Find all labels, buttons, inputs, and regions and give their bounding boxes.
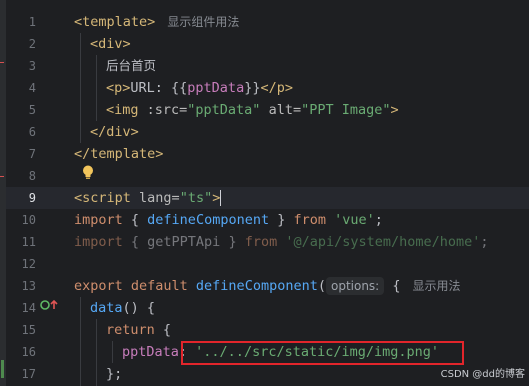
img-open-tag: <img xyxy=(106,102,147,118)
div-close-tag: </div> xyxy=(90,124,139,140)
keyword: import xyxy=(74,234,123,250)
line-number[interactable]: 4 xyxy=(6,77,36,99)
attr-value: "pptData" xyxy=(187,102,261,118)
code-line-3[interactable]: 后台首页 xyxy=(106,55,156,77)
punctuation: ( xyxy=(317,278,326,294)
punctuation: { xyxy=(384,278,401,294)
interpolated-prop: pptData xyxy=(187,80,245,96)
code-line-10[interactable]: import { defineComponent } from 'vue'; xyxy=(74,209,383,231)
indent-guide xyxy=(96,319,97,386)
punctuation: { xyxy=(154,322,172,338)
annotation-highlight-box xyxy=(181,341,464,365)
identifier: defineComponent xyxy=(147,212,270,228)
keyword: from xyxy=(244,234,278,250)
line-number-active[interactable]: 9 xyxy=(6,187,36,209)
line-number[interactable]: 10 xyxy=(6,209,36,231)
line-number[interactable]: 15 xyxy=(6,319,36,341)
tag-bracket: < xyxy=(74,190,83,206)
line-number[interactable]: 1 xyxy=(6,11,36,33)
string: '@/api/system/home/home' xyxy=(277,234,481,250)
code-line-4[interactable]: <p>URL: {{pptData}}</p> xyxy=(106,77,293,99)
attr-value: "PPT Image" xyxy=(301,102,391,118)
punctuation: ; xyxy=(374,212,383,228)
code-line-17[interactable]: }; xyxy=(106,363,122,385)
tag-bracket: > xyxy=(390,102,399,118)
line-number[interactable]: 17 xyxy=(6,363,36,385)
code-line-14[interactable]: data() { xyxy=(90,297,155,319)
template-close-tag: </template> xyxy=(74,146,164,162)
keyword: export default xyxy=(74,278,196,294)
line-number[interactable]: 13 xyxy=(6,275,36,297)
line-number[interactable]: 16 xyxy=(6,341,36,363)
code-line-13[interactable]: export default defineComponent(options: … xyxy=(74,275,461,297)
text-content: 后台首页 xyxy=(106,58,157,73)
string: 'vue' xyxy=(326,212,375,228)
inlay-hint[interactable]: 显示用法 xyxy=(413,279,461,293)
line-number[interactable]: 14 xyxy=(6,297,36,319)
code-editor[interactable]: 1 2 3 4 5 6 7 8 9 10 11 12 13 14 15 16 1… xyxy=(0,0,529,386)
watermark: CSDN @dd的博客 xyxy=(440,369,525,380)
indent-guide xyxy=(96,55,97,121)
punctuation: ; xyxy=(480,234,489,250)
text-content: URL: {{ xyxy=(130,80,188,96)
property-name: pptData xyxy=(122,344,179,360)
method-name: data xyxy=(90,300,123,316)
tag-bracket: < xyxy=(74,14,83,30)
attr-alt: alt= xyxy=(260,102,302,118)
line-number[interactable]: 12 xyxy=(6,253,36,275)
text-caret xyxy=(220,190,222,206)
parameter-hint: options: xyxy=(325,277,385,295)
indent-guide xyxy=(112,341,113,363)
line-number[interactable]: 5 xyxy=(6,99,36,121)
line-number[interactable]: 2 xyxy=(6,33,36,55)
attr-lang: lang= xyxy=(130,190,180,206)
punctuation: () { xyxy=(122,300,156,316)
div-open-tag: <div> xyxy=(90,36,131,52)
keyword: from xyxy=(293,212,326,228)
identifier: defineComponent xyxy=(195,278,318,294)
keyword: return xyxy=(106,322,155,338)
line-number[interactable]: 6 xyxy=(6,121,36,143)
punctuation: } xyxy=(269,212,294,228)
code-line-6[interactable]: </div> xyxy=(90,121,139,143)
text-content: }} xyxy=(244,80,261,96)
tag-bracket: > xyxy=(212,190,221,206)
inlay-hint[interactable]: 显示组件用法 xyxy=(167,15,239,29)
attr-value: "ts" xyxy=(179,190,213,206)
p-close-tag: </p> xyxy=(260,80,293,96)
code-line-9[interactable]: <script lang="ts"> xyxy=(74,187,222,209)
attr-src: :src= xyxy=(146,102,188,118)
tag-name: script xyxy=(82,190,131,206)
tag-name: template xyxy=(82,14,148,30)
change-marker-green xyxy=(1,360,4,378)
indent-guide xyxy=(80,297,81,386)
keyword: import xyxy=(74,212,123,228)
line-number[interactable]: 3 xyxy=(6,55,36,77)
code-line-2[interactable]: <div> xyxy=(90,33,131,55)
punctuation: }; xyxy=(106,366,123,382)
lightbulb-icon[interactable] xyxy=(82,165,94,181)
implementation-gutter-icon[interactable] xyxy=(40,299,60,311)
tag-bracket: > xyxy=(147,14,156,30)
identifier: { getPPTApi } xyxy=(122,234,245,250)
code-line-11-unused-import[interactable]: import { getPPTApi } from '@/api/system/… xyxy=(74,231,489,253)
line-number[interactable]: 8 xyxy=(6,165,36,187)
change-marker xyxy=(0,62,4,63)
change-marker xyxy=(0,176,4,177)
indent-guide xyxy=(80,33,81,143)
code-line-5[interactable]: <img :src="pptData" alt="PPT Image"> xyxy=(106,99,399,121)
code-line-7[interactable]: </template> xyxy=(74,143,163,165)
code-line-15[interactable]: return { xyxy=(106,319,171,341)
line-number[interactable]: 11 xyxy=(6,231,36,253)
line-number[interactable]: 7 xyxy=(6,143,36,165)
punctuation: { xyxy=(122,212,148,228)
code-line-1[interactable]: <template> 显示组件用法 xyxy=(74,11,239,33)
p-open-tag: <p> xyxy=(106,80,131,96)
